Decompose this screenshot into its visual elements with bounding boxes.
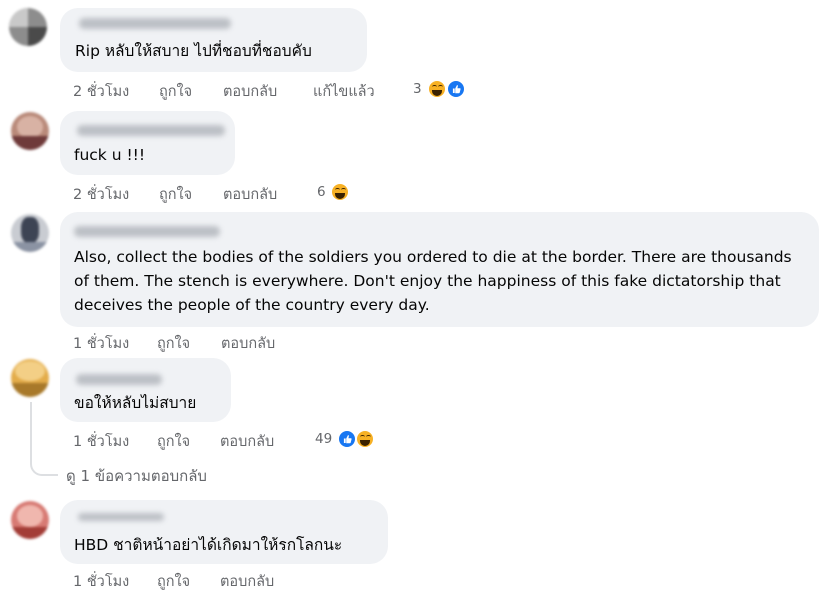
like-reaction-icon — [446, 79, 466, 99]
avatar[interactable] — [11, 501, 49, 539]
haha-reaction-icon — [355, 429, 375, 449]
timestamp-link[interactable]: 2 ชั่วโมง — [73, 80, 129, 103]
reactions-summary[interactable]: 49 — [315, 429, 381, 451]
comment-text: Rip หลับให้สบาย ไปที่ชอบที่ชอบคับ — [75, 42, 312, 60]
reply-button[interactable]: ตอบกลับ — [223, 80, 277, 103]
comment-text: ขอให้หลับไม่สบาย — [74, 394, 197, 412]
like-button[interactable]: ถูกใจ — [157, 570, 190, 593]
like-button[interactable]: ถูกใจ — [159, 80, 192, 103]
commenter-name[interactable] — [76, 374, 162, 385]
comment-actions: 2 ชั่วโมง ถูกใจ ตอบกลับ — [73, 183, 313, 203]
comment-bubble: HBD ชาติหน้าอย่าได้เกิดมาให้รกโลกนะ — [60, 500, 388, 564]
reply-button[interactable]: ตอบกลับ — [220, 570, 274, 593]
comment-text: HBD ชาติหน้าอย่าได้เกิดมาให้รกโลกนะ — [74, 536, 343, 554]
comment-bubble: Also, collect the bodies of the soldiers… — [60, 212, 819, 327]
reply-button[interactable]: ตอบกลับ — [221, 332, 275, 355]
thread-connector — [30, 402, 58, 476]
timestamp-link[interactable]: 2 ชั่วโมง — [73, 183, 129, 206]
comment-actions: 2 ชั่วโมง ถูกใจ ตอบกลับ แก้ไขแล้ว — [73, 80, 433, 100]
haha-reaction-icon — [427, 79, 447, 99]
like-button[interactable]: ถูกใจ — [157, 332, 190, 355]
like-reaction-icon — [337, 429, 357, 449]
avatar[interactable] — [11, 359, 49, 397]
comment-bubble: fuck u !!! — [60, 111, 235, 175]
reply-button[interactable]: ตอบกลับ — [220, 430, 274, 453]
haha-reaction-icon — [330, 182, 350, 202]
reply-button[interactable]: ตอบกลับ — [223, 183, 277, 206]
avatar[interactable] — [11, 112, 49, 150]
comment-text: fuck u !!! — [74, 146, 146, 164]
comment-text: Also, collect the bodies of the soldiers… — [74, 248, 792, 314]
reaction-count: 3 — [413, 81, 422, 97]
comment-bubble: Rip หลับให้สบาย ไปที่ชอบที่ชอบคับ — [60, 8, 367, 72]
like-button[interactable]: ถูกใจ — [159, 183, 192, 206]
timestamp-link[interactable]: 1 ชั่วโมง — [73, 570, 129, 593]
comment-actions: 1 ชั่วโมง ถูกใจ ตอบกลับ — [73, 332, 313, 352]
like-button[interactable]: ถูกใจ — [157, 430, 190, 453]
edited-label: แก้ไขแล้ว — [313, 84, 375, 100]
avatar[interactable] — [9, 8, 47, 46]
comment-actions: 1 ชั่วโมง ถูกใจ ตอบกลับ — [73, 430, 313, 450]
reactions-summary[interactable]: 3 — [413, 79, 469, 101]
timestamp-link[interactable]: 1 ชั่วโมง — [73, 332, 129, 355]
commenter-name[interactable] — [77, 125, 225, 136]
reactions-summary[interactable]: 6 — [317, 182, 357, 204]
reaction-count: 6 — [317, 184, 326, 200]
commenter-name[interactable] — [78, 513, 164, 521]
commenter-name[interactable] — [74, 226, 220, 237]
commenter-name[interactable] — [79, 18, 231, 29]
comment-actions: 1 ชั่วโมง ถูกใจ ตอบกลับ — [73, 570, 313, 590]
view-replies-link[interactable]: ดู 1 ข้อความตอบกลับ — [66, 464, 207, 488]
reaction-count: 49 — [315, 431, 333, 447]
avatar[interactable] — [11, 214, 49, 252]
timestamp-link[interactable]: 1 ชั่วโมง — [73, 430, 129, 453]
comment-bubble: ขอให้หลับไม่สบาย — [60, 358, 231, 422]
